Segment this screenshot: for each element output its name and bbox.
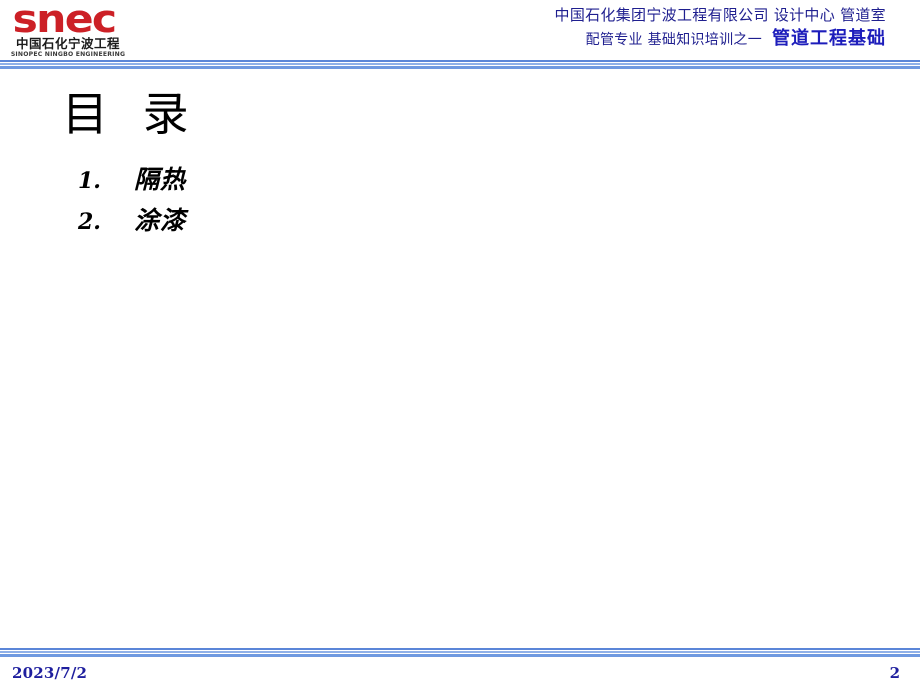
- divider-band-5: [0, 66, 920, 69]
- header-course-prefix: 配管专业 基础知识培训之一: [585, 32, 762, 48]
- list-item-number: 2.: [78, 209, 101, 235]
- page-title: 目 录: [62, 87, 199, 141]
- list-item-label: 隔热: [134, 165, 187, 194]
- list-item-number: 1.: [78, 168, 101, 194]
- header-course-title: 管道工程基础: [772, 28, 886, 49]
- header-organization-line: 中国石化集团宁波工程有限公司 设计中心 管道室: [554, 6, 886, 24]
- header-title-block: 中国石化集团宁波工程有限公司 设计中心 管道室 配管专业 基础知识培训之一 管道工…: [555, 4, 886, 52]
- company-logo: snec 中国石化宁波工程 SINOPEC NINGBO ENGINEERING: [8, 0, 128, 58]
- table-of-contents-list: 1. 隔热 2. 涂漆: [78, 160, 186, 242]
- list-item-label: 涂漆: [134, 206, 187, 235]
- presentation-slide: snec 中国石化宁波工程 SINOPEC NINGBO ENGINEERING…: [0, 0, 920, 690]
- header-course-line: 配管专业 基础知识培训之一 管道工程基础: [555, 27, 886, 52]
- slide-footer: 2023/7/2 2: [0, 657, 920, 690]
- list-item[interactable]: 2. 涂漆: [78, 201, 186, 242]
- footer-date: 2023/7/2: [12, 664, 88, 682]
- slide-header: snec 中国石化宁波工程 SINOPEC NINGBO ENGINEERING…: [0, 0, 920, 60]
- logo-wordmark: snec: [12, 0, 117, 41]
- logo-english-name: SINOPEC NINGBO ENGINEERING: [10, 51, 126, 58]
- footer-divider: [0, 648, 920, 657]
- list-item[interactable]: 1. 隔热: [78, 160, 186, 201]
- footer-page-number: 2: [889, 664, 900, 682]
- header-divider: [0, 60, 920, 69]
